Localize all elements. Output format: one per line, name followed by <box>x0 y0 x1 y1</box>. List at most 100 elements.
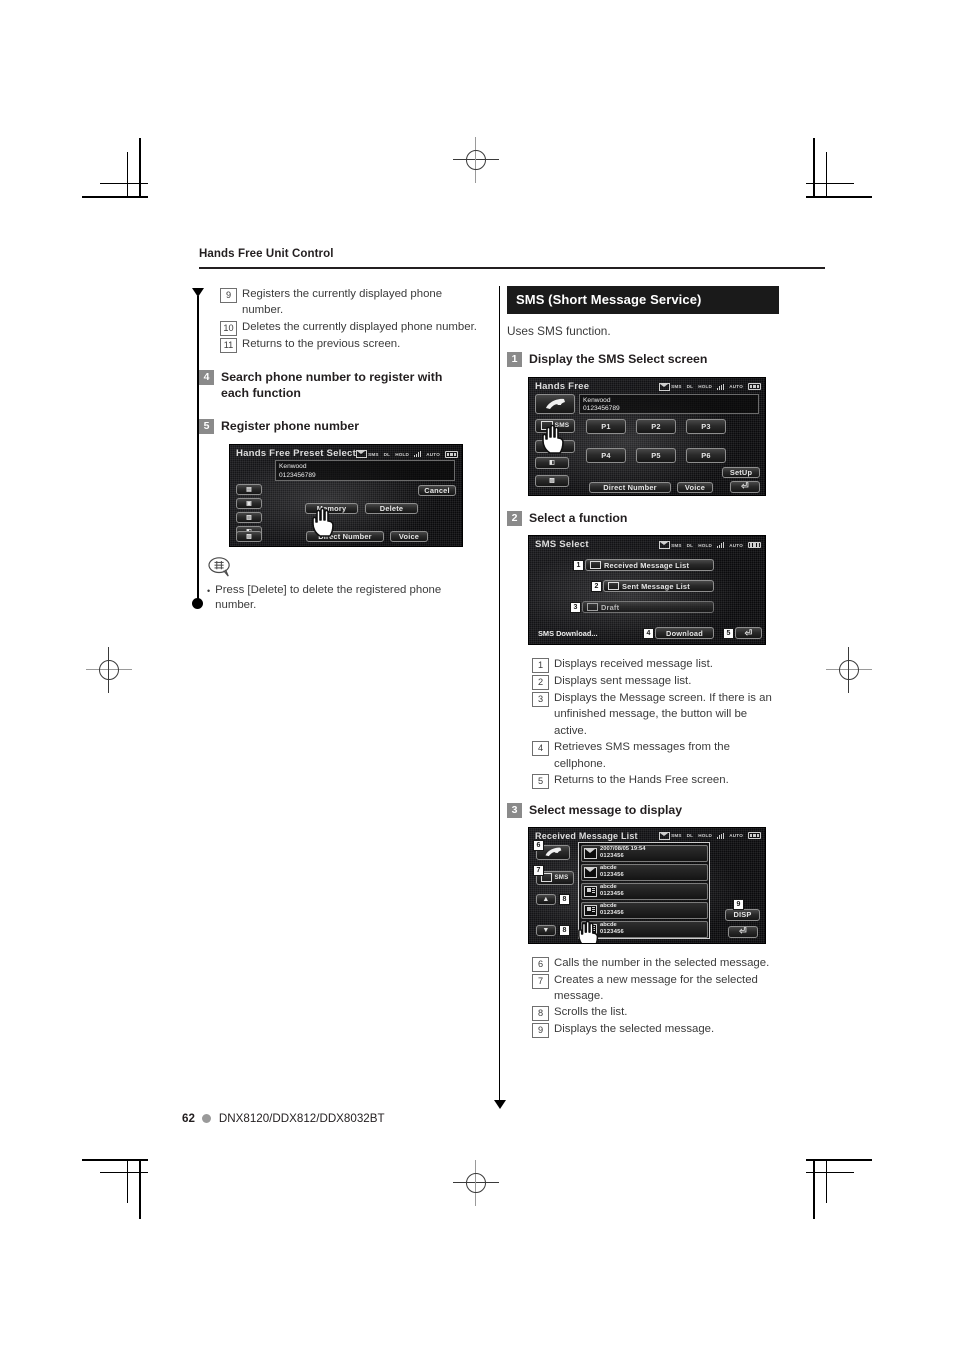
manual-page: Hands Free Unit Control 9 Registers the … <box>0 0 954 1350</box>
sms-status-icon: SMS <box>356 450 379 459</box>
caller-name: Kenwood <box>279 463 307 471</box>
callout-7: 7 <box>533 864 544 876</box>
list-item[interactable]: 2007/08/05 19:54 0123456 <box>581 844 708 862</box>
auto-status-label: AUTO <box>729 384 743 389</box>
memo-bullet: • <box>207 586 211 597</box>
delete-button[interactable]: Delete <box>365 503 418 515</box>
envelope-icon <box>584 866 597 878</box>
preset-p6-button[interactable]: P6 <box>686 447 726 463</box>
sms-download-status: SMS Download... <box>538 629 598 638</box>
preset-p1-button[interactable]: P1 <box>586 418 626 434</box>
message-text: abcde 0123456 <box>600 884 624 897</box>
right-flow-line <box>499 286 501 1102</box>
settings-list-button[interactable]: ▨ <box>535 474 569 487</box>
memo-line: • Press [Delete] to delete the registere… <box>207 583 482 613</box>
preset-p3-button[interactable]: P3 <box>686 418 726 434</box>
reference-text: Deletes the currently displayed phone nu… <box>242 320 477 333</box>
sidebar-icon-button-1[interactable]: ▤ <box>236 484 262 496</box>
cancel-button[interactable]: Cancel <box>418 485 456 497</box>
step-number: 2 <box>507 510 522 526</box>
callout-8-up: 8 <box>559 893 570 905</box>
message-line2: 0123456 <box>600 872 624 879</box>
caller-info-field: Kenwood 0123456789 <box>275 460 455 482</box>
return-button[interactable]: ⏎ <box>728 925 758 938</box>
step-title: Register phone number <box>221 418 360 433</box>
sidebar-icon-button-5[interactable]: ▨ <box>236 531 262 543</box>
list-item[interactable]: abcde 0123456 <box>581 863 708 881</box>
direct-number-button[interactable]: Direct Number <box>589 481 671 493</box>
draft-button[interactable]: Draft <box>582 601 714 613</box>
sent-message-list-button[interactable]: Sent Message List <box>603 580 714 592</box>
running-head: Hands Free Unit Control <box>199 248 334 260</box>
callout-9: 9 <box>733 898 744 910</box>
list-item[interactable]: abcde 0123456 <box>581 882 708 900</box>
received-list-reference-list: 6 Calls the number in the selected messa… <box>507 955 779 1039</box>
voice-button[interactable]: Voice <box>390 531 428 543</box>
left-column: 9 Registers the currently displayed phon… <box>199 286 482 613</box>
right-flow-arrow-bottom <box>493 1100 506 1109</box>
header-rule <box>199 267 825 269</box>
voice-button[interactable]: Voice <box>677 481 713 493</box>
envelope-in-icon <box>590 561 601 569</box>
setup-button[interactable]: SetUp <box>722 466 760 478</box>
received-message-list-button[interactable]: Received Message List <box>585 559 714 571</box>
reference-number: 9 <box>532 1023 549 1039</box>
preset-p4-button[interactable]: P4 <box>586 447 626 463</box>
reference-text: Returns to the Hands Free screen. <box>554 774 729 787</box>
reference-text: Retrieves SMS messages from the cellphon… <box>554 741 730 770</box>
status-bar: SMS DL HOLD AUTO <box>659 831 761 840</box>
preset-p5-button[interactable]: P5 <box>636 447 676 463</box>
step-3: 3 Select message to display <box>507 802 779 819</box>
reference-number: 7 <box>532 973 549 989</box>
scroll-down-button[interactable]: ▼ <box>536 924 556 936</box>
message-text: abcde 0123456 <box>600 865 624 878</box>
message-line1: abcde <box>600 884 617 891</box>
dl-status-label: DL <box>383 451 391 457</box>
scroll-up-button[interactable]: ▲ <box>536 893 556 905</box>
callout-1: 1 <box>573 560 584 571</box>
new-message-label: SMS <box>554 874 569 882</box>
download-button[interactable]: Download <box>655 627 714 639</box>
list-item[interactable]: abcde 0123456 <box>581 901 708 919</box>
preset-list-button[interactable]: ◧ <box>535 456 569 469</box>
sidebar-icon-button-2[interactable]: ▣ <box>236 498 262 510</box>
step-number: 1 <box>507 352 522 367</box>
sidebar-icon-button-3[interactable]: ▥ <box>236 512 262 524</box>
status-bar: SMS DL HOLD AUTO <box>659 382 761 391</box>
reference-number: 3 <box>532 692 549 707</box>
pointing-hand-cursor <box>578 920 599 943</box>
memo-text: Press [Delete] to delete the registered … <box>215 584 442 612</box>
sms-status-icon: SMS <box>659 541 682 549</box>
callout-2: 2 <box>591 581 602 592</box>
continued-reference-list: 9 Registers the currently displayed phon… <box>199 286 482 353</box>
caller-number: 0123456789 <box>279 471 316 479</box>
reference-text: Returns to the previous screen. <box>242 337 401 350</box>
dl-status-label: DL <box>686 833 694 839</box>
battery-icon <box>445 451 458 458</box>
model-names: DNX8120/DDX812/DDX8032BT <box>218 1112 385 1125</box>
reference-number: 5 <box>532 774 549 790</box>
message-text: 2007/08/05 19:54 0123456 <box>600 846 645 859</box>
footer-bullet-icon <box>201 1114 211 1123</box>
auto-status-label: AUTO <box>729 833 743 839</box>
call-button[interactable] <box>535 393 575 414</box>
message-text: abcde 0123456 <box>600 922 624 935</box>
preset-p2-button[interactable]: P2 <box>636 418 676 434</box>
step-4: 4 Search phone number to register with e… <box>199 369 482 402</box>
handset-icon <box>546 398 565 409</box>
step-title: Search phone number to register with eac… <box>221 369 443 401</box>
battery-icon <box>748 541 761 549</box>
return-button[interactable]: ⏎ <box>735 627 762 639</box>
reference-text: Calls the number in the selected message… <box>554 956 770 969</box>
reference-text: Registers the currently displayed phone … <box>242 288 443 317</box>
reference-item: 4 Retrieves SMS messages from the cellph… <box>532 739 779 772</box>
sms-status-icon: SMS <box>659 831 682 840</box>
step-number: 4 <box>199 369 214 385</box>
message-line1: 2007/08/05 19:54 <box>600 846 646 853</box>
disp-button[interactable]: DISP <box>725 908 760 921</box>
step-2: 2 Select a function <box>507 510 779 527</box>
reference-text: Displays the selected message. <box>554 1023 715 1036</box>
sms-select-screen: SMS Select SMS DL HOLD AUTO 1 Received M… <box>528 535 766 645</box>
sent-message-list-label: Sent Message List <box>622 581 690 591</box>
return-button[interactable]: ⏎ <box>730 480 760 493</box>
